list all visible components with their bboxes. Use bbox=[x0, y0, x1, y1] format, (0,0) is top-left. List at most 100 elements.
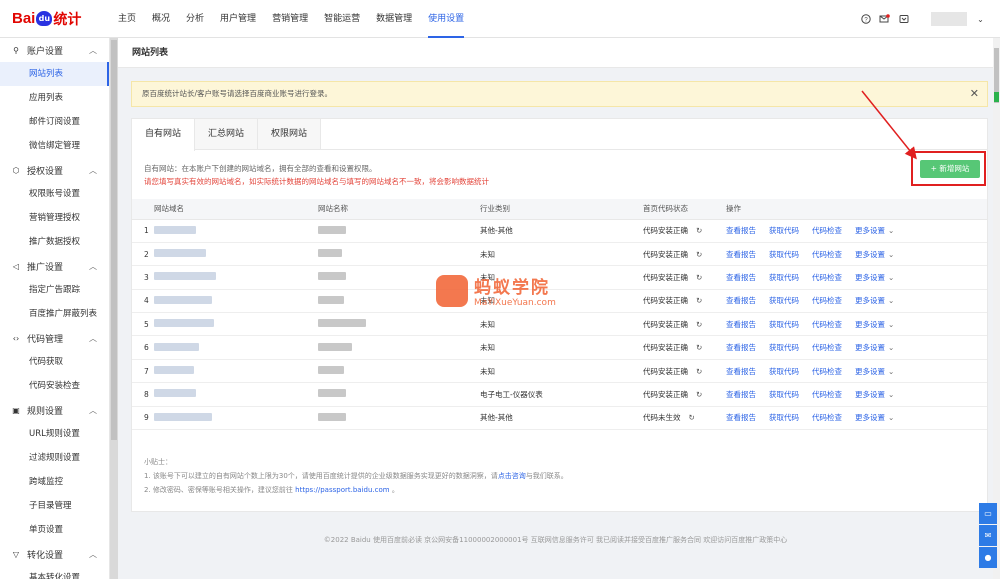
redacted-domain[interactable] bbox=[154, 389, 196, 398]
action-link[interactable]: 获取代码 bbox=[769, 296, 799, 305]
action-link[interactable]: 查看报告 bbox=[726, 367, 756, 376]
action-link[interactable]: 查看报告 bbox=[726, 390, 756, 399]
chevron-down-icon[interactable]: ⌄ bbox=[888, 273, 894, 282]
nav-item[interactable]: 概况 bbox=[144, 0, 178, 38]
sidebar-group[interactable]: ◁ 推广设置 ︿ bbox=[0, 254, 109, 278]
action-link[interactable]: 获取代码 bbox=[769, 273, 799, 282]
sidebar-group[interactable]: ▽ 转化设置 ︿ bbox=[0, 542, 109, 566]
action-link[interactable]: 查看报告 bbox=[726, 320, 756, 329]
chevron-down-icon[interactable]: ⌄ bbox=[888, 296, 894, 305]
sidebar-item[interactable]: URL规则设置 bbox=[0, 422, 109, 446]
action-link[interactable]: 获取代码 bbox=[769, 320, 799, 329]
message-float-icon[interactable]: ✉ bbox=[979, 525, 997, 546]
chevron-down-icon[interactable]: ⌄ bbox=[888, 320, 894, 329]
refresh-icon[interactable]: ↻ bbox=[696, 320, 702, 329]
action-link[interactable]: 获取代码 bbox=[769, 250, 799, 259]
redacted-domain[interactable] bbox=[154, 249, 206, 258]
action-link[interactable]: 获取代码 bbox=[769, 413, 799, 422]
action-link[interactable]: 查看报告 bbox=[726, 250, 756, 259]
page-scrollbar[interactable] bbox=[993, 38, 1000, 579]
action-link[interactable]: 查看报告 bbox=[726, 343, 756, 352]
refresh-icon[interactable]: ↻ bbox=[696, 273, 702, 282]
passport-link[interactable]: https://passport.baidu.com bbox=[295, 486, 389, 494]
redacted-domain[interactable] bbox=[154, 412, 212, 421]
sidebar-group[interactable]: ‹› 代码管理 ︿ bbox=[0, 326, 109, 350]
action-link[interactable]: 更多设置 ⌄ bbox=[855, 273, 894, 282]
nav-item[interactable]: 数据管理 bbox=[368, 0, 420, 38]
nav-item[interactable]: 智能运营 bbox=[316, 0, 368, 38]
action-link[interactable]: 更多设置 ⌄ bbox=[855, 413, 894, 422]
action-link[interactable]: 代码检查 bbox=[812, 390, 842, 399]
sidebar-group[interactable]: ⬡ 授权设置 ︿ bbox=[0, 158, 109, 182]
message-icon[interactable] bbox=[898, 14, 909, 25]
sidebar-item[interactable]: 基本转化设置 bbox=[0, 566, 109, 579]
action-link[interactable]: 更多设置 ⌄ bbox=[855, 320, 894, 329]
redacted-domain[interactable] bbox=[154, 272, 216, 281]
chevron-down-icon[interactable]: ⌄ bbox=[888, 413, 894, 422]
action-link[interactable]: 代码检查 bbox=[812, 226, 842, 235]
sidebar-item[interactable]: 营销管理授权 bbox=[0, 206, 109, 230]
sidebar-group[interactable]: ⚲ 账户设置 ︿ bbox=[0, 38, 109, 62]
action-link[interactable]: 代码检查 bbox=[812, 250, 842, 259]
action-link[interactable]: 查看报告 bbox=[726, 226, 756, 235]
redacted-domain[interactable] bbox=[154, 366, 194, 375]
sidebar-item[interactable]: 推广数据授权 bbox=[0, 230, 109, 254]
action-link[interactable]: 代码检查 bbox=[812, 343, 842, 352]
chevron-down-icon[interactable]: ⌄ bbox=[975, 14, 986, 25]
refresh-icon[interactable]: ↻ bbox=[696, 226, 702, 235]
sidebar-item[interactable]: 权限账号设置 bbox=[0, 182, 109, 206]
redacted-domain[interactable] bbox=[154, 295, 212, 304]
action-link[interactable]: 更多设置 ⌄ bbox=[855, 296, 894, 305]
refresh-icon[interactable]: ↻ bbox=[696, 390, 702, 399]
nav-item[interactable]: 主页 bbox=[110, 0, 144, 38]
action-link[interactable]: 更多设置 ⌄ bbox=[855, 226, 894, 235]
action-link[interactable]: 获取代码 bbox=[769, 226, 799, 235]
sidebar-item[interactable]: 单页设置 bbox=[0, 518, 109, 542]
refresh-icon[interactable]: ↻ bbox=[696, 367, 702, 376]
chevron-down-icon[interactable]: ⌄ bbox=[888, 250, 894, 259]
redacted-domain[interactable] bbox=[154, 225, 196, 234]
action-link[interactable]: 获取代码 bbox=[769, 390, 799, 399]
chevron-down-icon[interactable]: ⌄ bbox=[888, 343, 894, 352]
mail-icon[interactable] bbox=[879, 14, 890, 25]
redacted-domain[interactable] bbox=[154, 342, 199, 351]
chevron-down-icon[interactable]: ⌄ bbox=[888, 226, 894, 235]
action-link[interactable]: 代码检查 bbox=[812, 367, 842, 376]
chevron-down-icon[interactable]: ⌄ bbox=[888, 390, 894, 399]
add-site-button[interactable]: + 新增网站 bbox=[920, 160, 980, 178]
tab[interactable]: 自有网站 bbox=[132, 119, 196, 151]
action-link[interactable]: 更多设置 ⌄ bbox=[855, 367, 894, 376]
action-link[interactable]: 更多设置 ⌄ bbox=[855, 250, 894, 259]
sidebar-item[interactable]: 代码获取 bbox=[0, 350, 109, 374]
refresh-icon[interactable]: ↻ bbox=[696, 343, 702, 352]
action-link[interactable]: 代码检查 bbox=[812, 320, 842, 329]
action-link[interactable]: 查看报告 bbox=[726, 273, 756, 282]
action-link[interactable]: 代码检查 bbox=[812, 413, 842, 422]
tab[interactable]: 汇总网站 bbox=[195, 119, 259, 149]
nav-item[interactable]: 分析 bbox=[178, 0, 212, 38]
action-link[interactable]: 代码检查 bbox=[812, 296, 842, 305]
nav-item[interactable]: 营销管理 bbox=[264, 0, 316, 38]
action-link[interactable]: 查看报告 bbox=[726, 296, 756, 305]
sidebar-group[interactable]: ▣ 规则设置 ︿ bbox=[0, 398, 109, 422]
action-link[interactable]: 更多设置 ⌄ bbox=[855, 390, 894, 399]
sidebar-item[interactable]: 百度推广屏蔽列表 bbox=[0, 302, 109, 326]
feedback-icon[interactable]: ▭ bbox=[979, 503, 997, 524]
close-icon[interactable]: ✕ bbox=[970, 82, 979, 106]
action-link[interactable]: 代码检查 bbox=[812, 273, 842, 282]
consult-link[interactable]: 点击咨询 bbox=[498, 472, 526, 480]
tab[interactable]: 权限网站 bbox=[258, 119, 322, 149]
sidebar-item[interactable]: 指定广告跟踪 bbox=[0, 278, 109, 302]
help-icon[interactable]: ? bbox=[860, 14, 871, 25]
refresh-icon[interactable]: ↻ bbox=[696, 296, 702, 305]
action-link[interactable]: 获取代码 bbox=[769, 367, 799, 376]
nav-item[interactable]: 用户管理 bbox=[212, 0, 264, 38]
sidebar-item[interactable]: 代码安装检查 bbox=[0, 374, 109, 398]
refresh-icon[interactable]: ↻ bbox=[689, 413, 695, 422]
sidebar-item[interactable]: 网站列表 bbox=[0, 62, 109, 86]
sidebar-scrollbar[interactable] bbox=[110, 38, 118, 579]
sidebar-scroll-thumb[interactable] bbox=[111, 40, 117, 440]
nav-item[interactable]: 使用设置 bbox=[420, 0, 472, 38]
baidu-tongji-logo[interactable]: Bai du 统计 bbox=[0, 9, 110, 29]
sidebar-item[interactable]: 过滤规则设置 bbox=[0, 446, 109, 470]
